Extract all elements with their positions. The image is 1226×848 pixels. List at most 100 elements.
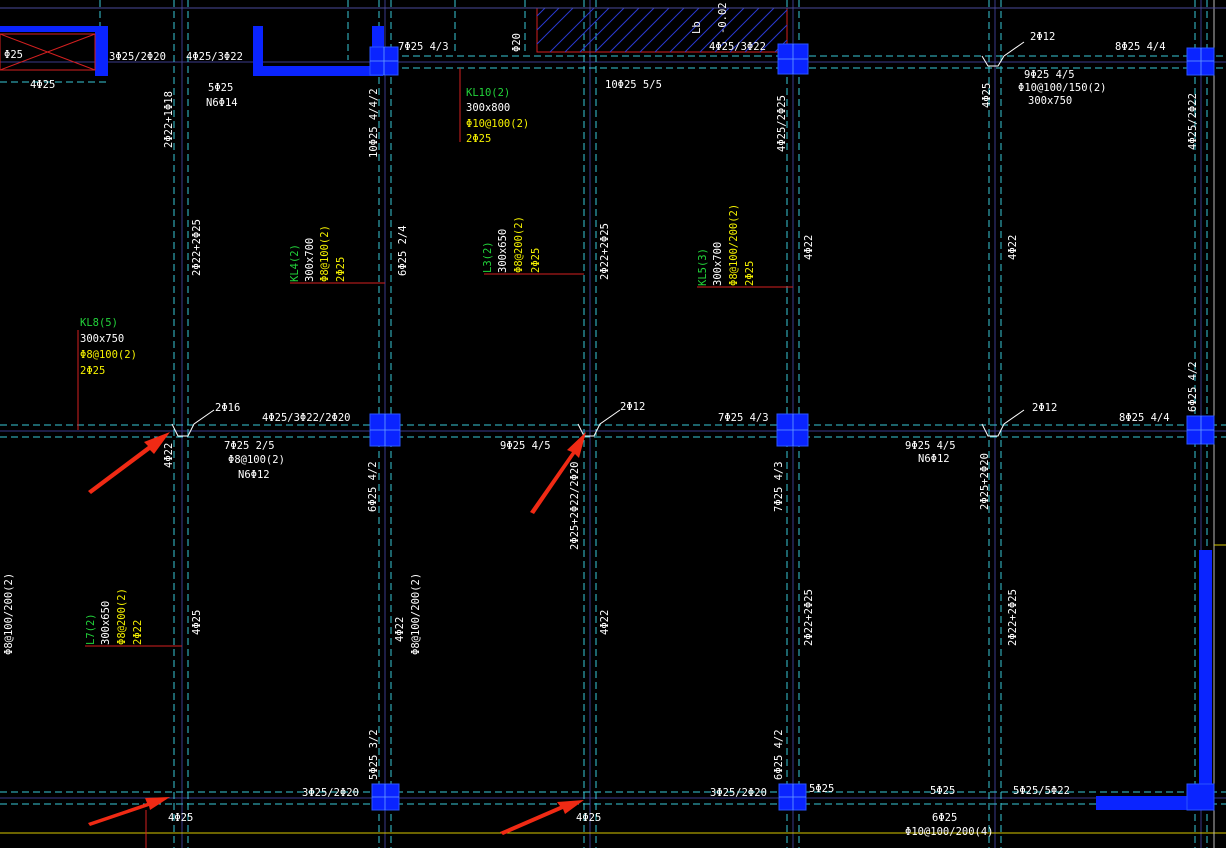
annotation-text: 9Φ25 4/5 [1024, 69, 1075, 81]
annotation-text: 7Φ25 4/3 [718, 412, 769, 424]
annotation-text: Φ10@100/150(2) [1018, 82, 1107, 94]
wall-segments [0, 26, 1226, 810]
annotation-text: 4Φ25 [576, 812, 601, 824]
annotation-text: 300x750 [1028, 95, 1072, 107]
horizontal-beams [0, 55, 1226, 805]
annotation-text: 2Φ12 [1032, 402, 1057, 414]
beam-bars: 2Φ25 [744, 261, 756, 286]
annotation-text: 2Φ12 [1030, 31, 1055, 43]
additional-bar-symbols [171, 41, 1025, 437]
beam-size: 300x750 [80, 333, 124, 345]
beam-name: KL4(2) [289, 244, 301, 282]
beam-stirrup: Φ8@100(2) [319, 225, 331, 282]
annotation-text: 4Φ25 [168, 812, 193, 824]
annotation-text: 5Φ25 3/2 [368, 729, 380, 780]
beam-label-kl5: KL5(3) 300x700 Φ8@100/200(2) 2Φ25 [697, 204, 756, 286]
annotation-text: 7Φ25 2/5 [224, 440, 275, 452]
beam-name: KL10(2) [466, 87, 510, 99]
beam-stirrup: Φ8@200(2) [513, 216, 525, 273]
beam-stirrup: Φ8@100/200(2) [728, 204, 740, 286]
beam-bars: 2Φ25 [530, 248, 542, 273]
annotation-text: Φ8@100/200(2) [410, 573, 422, 655]
annotation-text: 4Φ22 [394, 617, 406, 642]
annotation-text: N6Φ12 [918, 453, 950, 465]
axis-grid [0, 0, 1226, 848]
beam-size: 300x650 [100, 601, 112, 645]
beam-name: KL5(3) [697, 248, 709, 286]
annotation-text: N6Φ14 [206, 97, 238, 109]
annotation-text: 5Φ25/5Φ22 [1013, 785, 1070, 797]
annotation-text: 10Φ25 5/5 [605, 79, 662, 91]
annotation-text: 2Φ22+2Φ25 [803, 589, 815, 646]
columns [369, 43, 1215, 811]
column [1186, 47, 1215, 76]
column [778, 783, 807, 811]
annotation-text: 9Φ25 4/5 [905, 440, 956, 452]
annotation-text: 4Φ22 [599, 610, 611, 635]
annotation-text: 2Φ22+2Φ25 [599, 223, 611, 280]
annotation-text: 9Φ25 4/5 [500, 440, 551, 452]
annotation-text: Φ8@100/200(2) [3, 573, 15, 655]
annotation-text: Φ25 [4, 49, 23, 61]
annotation-text: 2Φ22+2Φ25 [191, 219, 203, 276]
annotation-text: 2Φ22+2Φ25 [1007, 589, 1019, 646]
annotation-text: 5Φ25 [809, 783, 834, 795]
annotation-text: 6Φ25 4/2 [773, 729, 785, 780]
arrow-1 [88, 432, 170, 494]
annotation-text: 5Φ25 [930, 785, 955, 797]
annotation-text: Φ10@100/200(4) [905, 826, 994, 838]
annotation-text: 4Φ22 [1007, 235, 1019, 260]
beam-label-kl4: KL4(2) 300x700 Φ8@100(2) 2Φ25 [289, 225, 347, 282]
annotation-text: 4Φ25/3Φ22 [709, 41, 766, 53]
annotation-text: 6Φ25 4/2 [1187, 361, 1199, 412]
annotation-text: 4Φ25 [30, 79, 55, 91]
column [1186, 415, 1215, 445]
beam-size: 300x800 [466, 102, 510, 114]
beam-label-kl8: KL8(5) 300x750 Φ8@100(2) 2Φ25 [80, 317, 137, 377]
annotation-text: 3Φ25/2Φ20 [302, 787, 359, 799]
beam-name: KL8(5) [80, 317, 118, 329]
vertical-beams [99, 0, 1208, 848]
beam-bars: 2Φ22 [132, 620, 144, 645]
arrow-4 [500, 800, 584, 835]
beam-name: L3(2) [482, 241, 494, 273]
annotation-text: 6Φ25 [932, 812, 957, 824]
annotation-text: 7Φ25 4/3 [773, 461, 785, 512]
cad-drawing-canvas[interactable]: 3Φ25/2Φ20 4Φ25/3Φ22 7Φ25 4/3 4Φ25/3Φ22 2… [0, 0, 1226, 848]
pointer-arrows [88, 432, 586, 835]
column [371, 783, 400, 811]
annotation-text: 2Φ16 [215, 402, 240, 414]
beam-label-kl10: KL10(2) 300x800 Φ10@100(2) 2Φ25 [466, 87, 529, 145]
annotation-text: 8Φ25 4/4 [1115, 41, 1166, 53]
annotation-text: 3Φ25/2Φ20 [109, 51, 166, 63]
beam-size: 300x700 [304, 238, 316, 282]
arrow-3 [88, 797, 170, 826]
annotation-text: 2Φ25+2Φ20 [979, 453, 991, 510]
annotation-text: 5Φ25 [208, 82, 233, 94]
annotation-text: 3Φ25/2Φ20 [710, 787, 767, 799]
beam-label-l7: L7(2) 300x650 Φ8@200(2) 2Φ22 [85, 588, 144, 645]
annotation-text: 7Φ25 4/3 [398, 41, 449, 53]
beam-size: 300x650 [497, 229, 509, 273]
annotation-text: 10Φ25 4/4/2 [368, 88, 380, 158]
annotation-text: 4Φ22 [803, 235, 815, 260]
annotation-text: 6Φ25 4/2 [367, 461, 379, 512]
annotation-text: -0.02 [717, 2, 729, 34]
annotation-text: Φ20 [511, 33, 523, 52]
beam-name: L7(2) [85, 613, 97, 645]
annotation-text: 6Φ25 2/4 [397, 225, 409, 276]
leader-lines [77, 68, 793, 848]
annotation-text: 2Φ12 [620, 401, 645, 413]
beam-bars: 2Φ25 [466, 133, 491, 145]
annotation-text: 4Φ22 [163, 443, 175, 468]
beam-label-l3: L3(2) 300x650 Φ8@200(2) 2Φ25 [482, 216, 542, 273]
beam-bars: 2Φ25 [335, 257, 347, 282]
column [369, 413, 401, 447]
annotation-text: N6Φ12 [238, 469, 270, 481]
annotation-text: Φ8@100(2) [228, 454, 285, 466]
beam-size: 300x700 [712, 242, 724, 286]
annotation-text: 2Φ22+1Φ18 [163, 91, 175, 148]
beam-bars: 2Φ25 [80, 365, 105, 377]
column [777, 43, 809, 75]
annotation-text: 4Φ25 [191, 610, 203, 635]
